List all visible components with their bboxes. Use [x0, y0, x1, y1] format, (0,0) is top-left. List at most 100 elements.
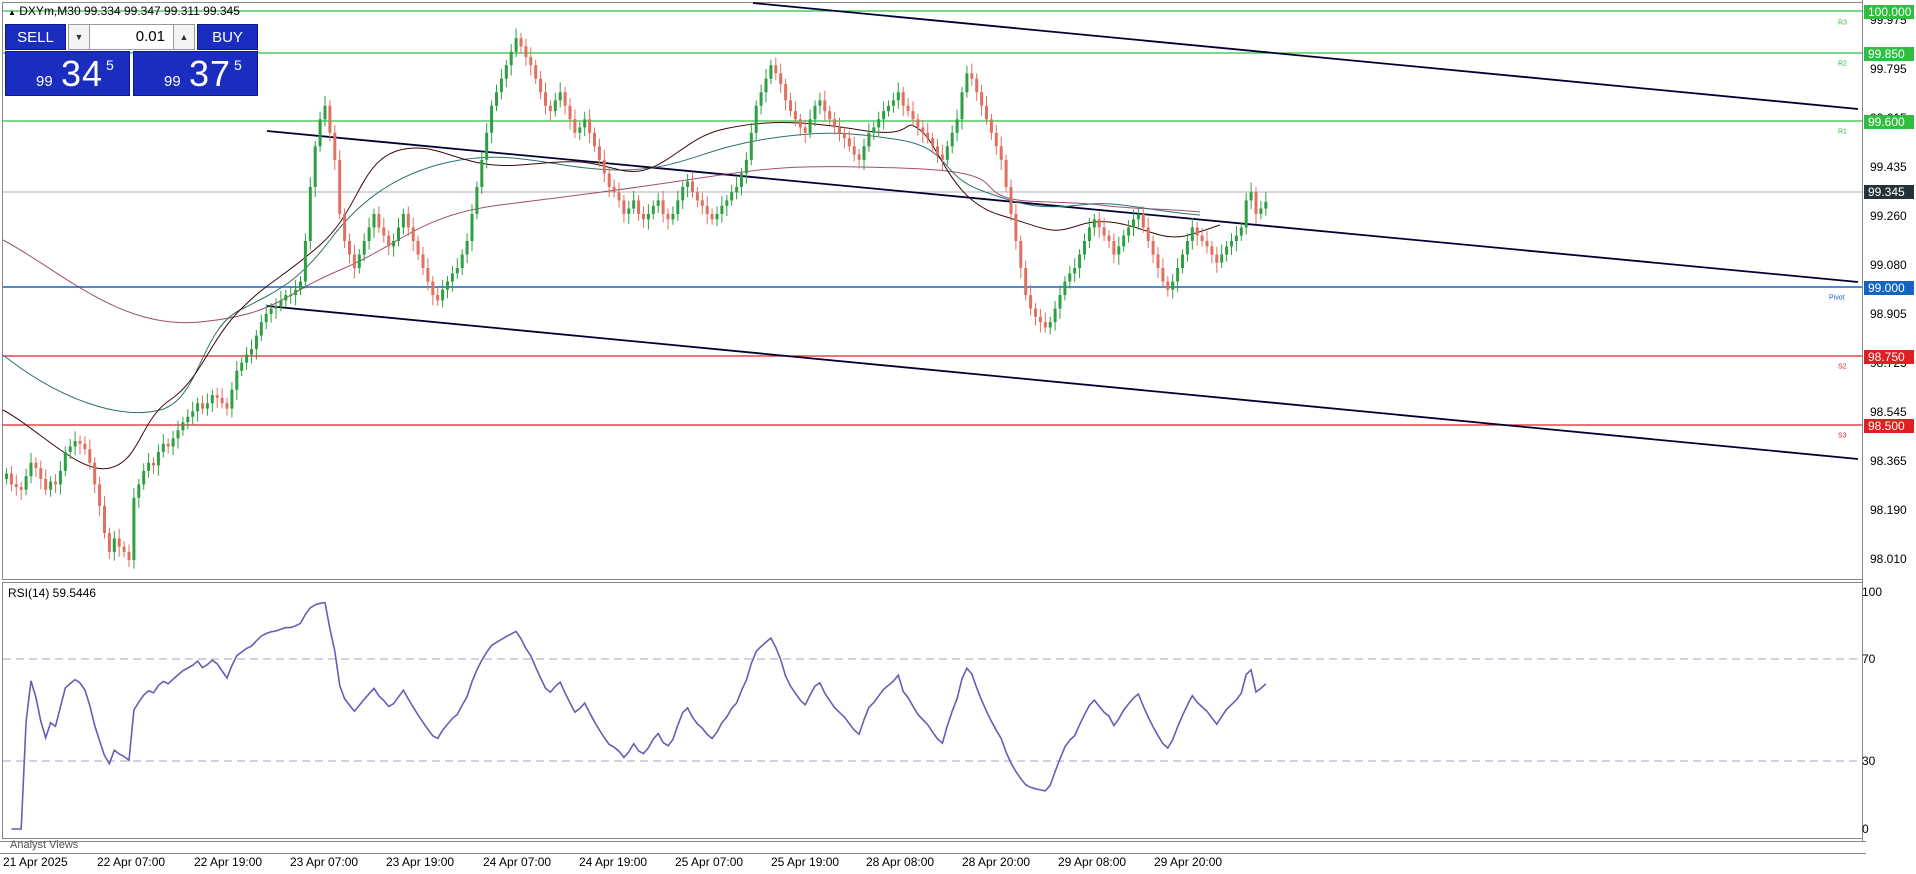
candle-body[interactable] [5, 473, 8, 479]
candle-body[interactable] [1185, 240, 1189, 255]
channel-lower-line[interactable] [266, 305, 1859, 460]
candle-body[interactable] [1083, 240, 1086, 255]
candle-body[interactable] [911, 111, 915, 120]
candle-body[interactable] [382, 227, 386, 236]
candle-body[interactable] [524, 46, 528, 58]
candle-body[interactable] [1048, 322, 1052, 328]
candle-body[interactable] [431, 281, 435, 296]
candle-body[interactable] [137, 484, 141, 498]
candle-body[interactable] [769, 65, 773, 79]
candle-body[interactable] [254, 335, 258, 350]
candle-body[interactable] [656, 200, 660, 206]
candle-body[interactable] [323, 105, 327, 120]
candle-body[interactable] [686, 181, 690, 187]
candle-body[interactable] [147, 462, 151, 471]
candle-body[interactable] [936, 146, 939, 155]
candle-body[interactable] [730, 192, 734, 201]
candle-body[interactable] [1034, 308, 1037, 317]
candle-body[interactable] [700, 200, 704, 206]
candle-body[interactable] [107, 533, 111, 552]
candle-body[interactable] [274, 305, 278, 309]
candle-body[interactable] [78, 441, 82, 444]
candle-body[interactable] [1053, 308, 1057, 323]
candle-body[interactable] [318, 119, 322, 147]
candle-body[interactable] [235, 370, 239, 390]
candle-body[interactable] [1171, 281, 1175, 290]
candle-body[interactable] [93, 462, 97, 485]
candle-body[interactable] [1215, 254, 1219, 263]
candle-body[interactable] [377, 213, 381, 228]
candle-body[interactable] [847, 138, 851, 147]
candle-body[interactable] [1009, 186, 1013, 214]
candle-body[interactable] [1156, 254, 1160, 269]
candle-body[interactable] [749, 132, 753, 160]
candle-body[interactable] [803, 127, 807, 133]
candle-body[interactable] [1038, 316, 1042, 323]
candle-body[interactable] [578, 127, 582, 133]
candle-body[interactable] [54, 481, 57, 485]
candle-body[interactable] [470, 213, 474, 241]
candle-body[interactable] [1151, 240, 1155, 255]
candle-body[interactable] [715, 213, 719, 220]
candle-body[interactable] [441, 289, 445, 301]
candle-body[interactable] [1087, 227, 1091, 241]
candle-body[interactable] [230, 389, 234, 409]
candle-body[interactable] [509, 51, 513, 66]
candle-body[interactable] [813, 105, 817, 120]
candle-body[interactable] [416, 240, 420, 255]
candle-body[interactable] [725, 200, 729, 206]
candle-body[interactable] [705, 205, 709, 214]
candle-body[interactable] [882, 111, 886, 120]
candle-body[interactable] [1166, 281, 1170, 290]
candle-body[interactable] [103, 505, 106, 534]
candle-body[interactable] [1190, 227, 1194, 241]
candle-body[interactable] [328, 105, 332, 133]
candle-body[interactable] [877, 119, 881, 128]
candle-body[interactable] [828, 111, 832, 120]
candle-body[interactable] [764, 78, 768, 93]
candle-body[interactable] [181, 422, 185, 431]
candle-body[interactable] [671, 213, 675, 220]
candle-body[interactable] [475, 186, 479, 214]
candle-body[interactable] [612, 186, 616, 193]
analyst-views-bar[interactable]: Analyst Views [0, 839, 1866, 854]
candle-body[interactable] [240, 362, 244, 371]
candle-body[interactable] [392, 240, 396, 247]
candle-body[interactable] [1195, 227, 1199, 236]
candle-body[interactable] [421, 254, 425, 269]
candle-body[interactable] [544, 92, 547, 106]
candle-body[interactable] [548, 105, 552, 112]
candle-body[interactable] [1200, 235, 1204, 241]
candle-body[interactable] [593, 132, 596, 147]
candle-body[interactable] [754, 105, 758, 133]
candle-body[interactable] [1239, 227, 1243, 236]
candle-body[interactable] [127, 551, 131, 561]
candle-body[interactable] [916, 119, 920, 128]
candle-body[interactable] [926, 132, 930, 139]
candle-body[interactable] [539, 78, 543, 93]
candle-body[interactable] [872, 127, 876, 133]
candle-body[interactable] [1024, 268, 1028, 296]
candle-body[interactable] [1078, 254, 1082, 269]
candle-body[interactable] [661, 200, 665, 214]
price-chart[interactable] [0, 0, 1916, 874]
candle-body[interactable] [1127, 227, 1131, 236]
candle-body[interactable] [735, 186, 739, 193]
candle-body[interactable] [960, 92, 964, 120]
lot-increase-icon[interactable]: ▲ [173, 24, 195, 50]
candle-body[interactable] [862, 146, 866, 160]
candle-body[interactable] [98, 484, 102, 506]
candlestick-series[interactable] [5, 28, 1268, 569]
candle-body[interactable] [1234, 235, 1238, 241]
candle-body[interactable] [642, 213, 645, 220]
candle-body[interactable] [210, 395, 214, 404]
candle-body[interactable] [446, 281, 449, 290]
candle-body[interactable] [965, 73, 969, 93]
candle-body[interactable] [1029, 295, 1033, 309]
candle-body[interactable] [1063, 281, 1067, 296]
candle-body[interactable] [19, 487, 23, 490]
candle-body[interactable] [83, 443, 87, 450]
candle-body[interactable] [940, 154, 944, 160]
candle-body[interactable] [24, 476, 28, 490]
candle-body[interactable] [573, 119, 577, 133]
